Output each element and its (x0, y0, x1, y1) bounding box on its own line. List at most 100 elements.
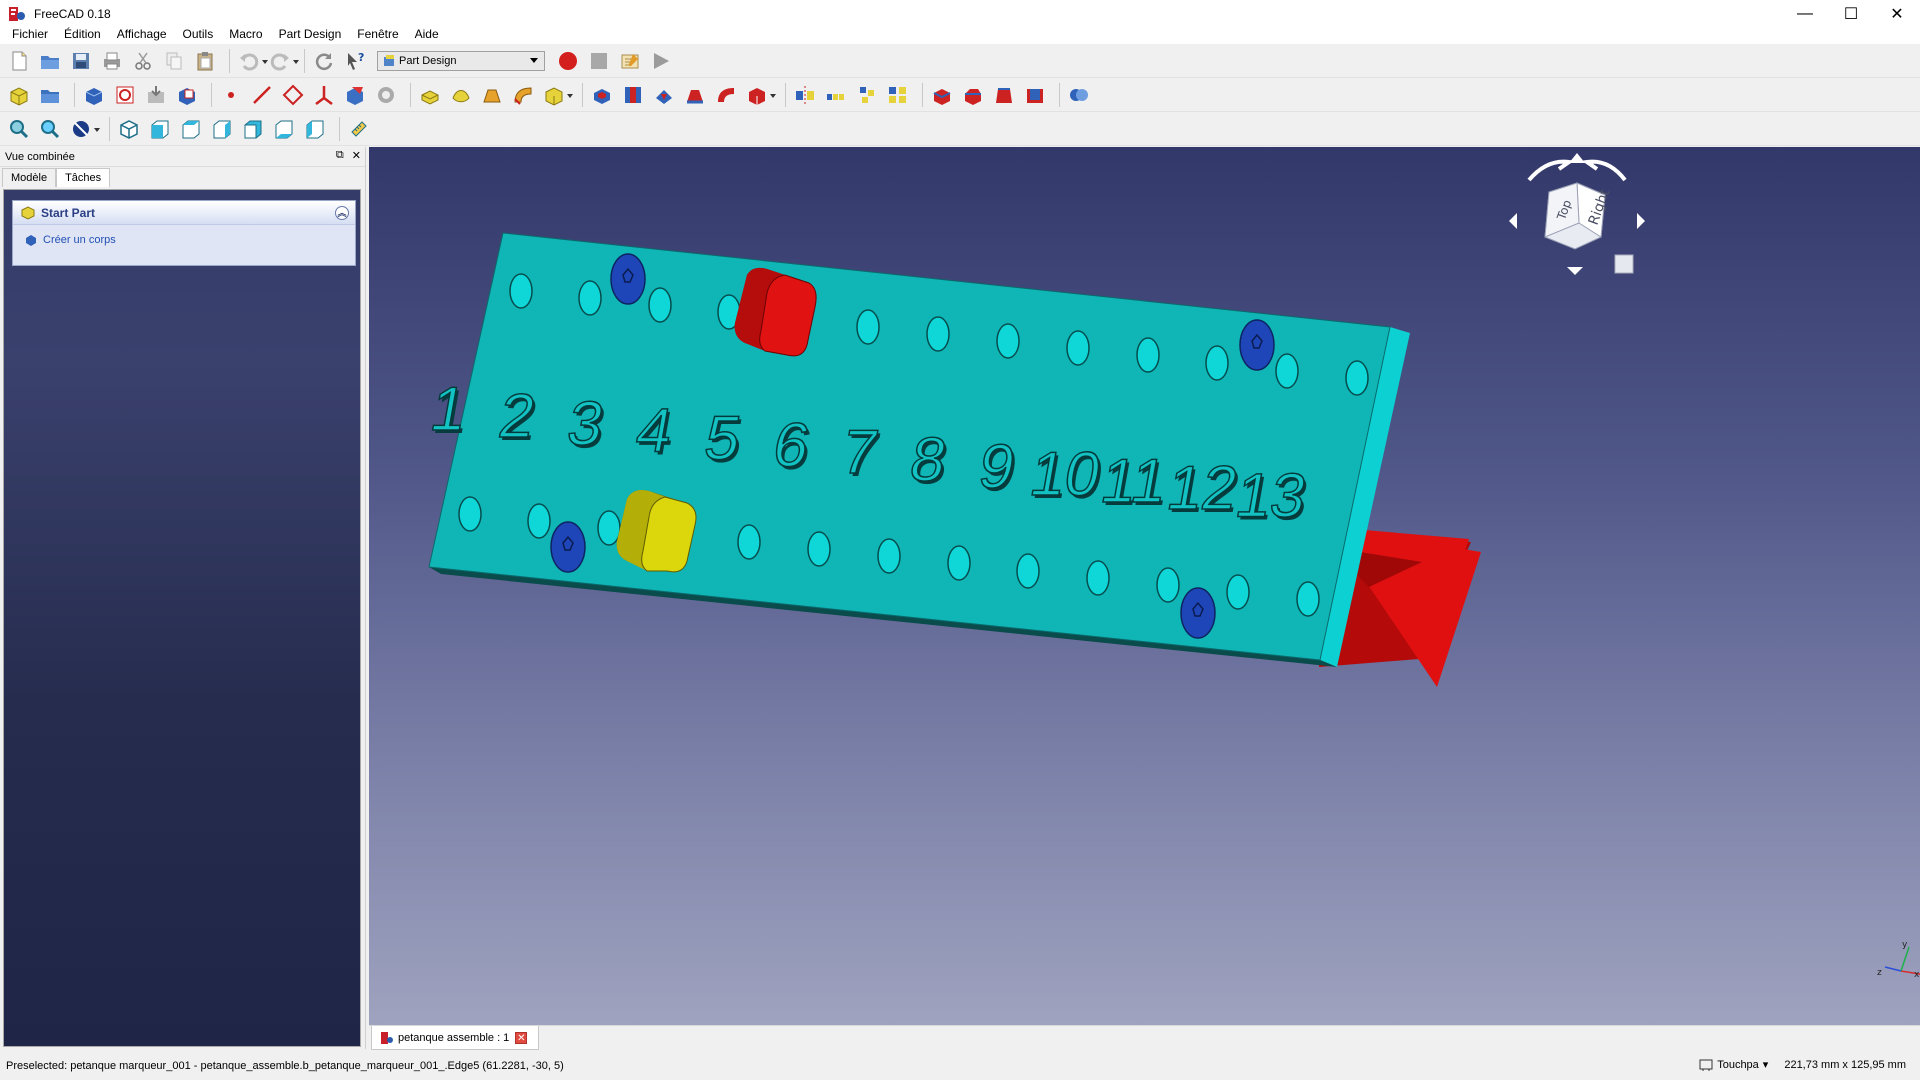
fit-selection-button[interactable] (37, 116, 63, 142)
orbit-down-arrow-icon[interactable] (1567, 267, 1583, 275)
view-right-button[interactable] (209, 116, 235, 142)
pad-button[interactable] (417, 82, 443, 108)
undo-icon (240, 53, 259, 70)
create-body-label: Créer un corps (43, 234, 116, 246)
save-button[interactable] (68, 48, 94, 74)
workbench-selector[interactable]: Part Design (377, 50, 545, 71)
map-sketch-button[interactable] (174, 82, 200, 108)
menu-edition[interactable]: Édition (56, 24, 109, 44)
open-document-button[interactable] (37, 48, 63, 74)
run-macro-button[interactable] (648, 48, 674, 74)
additive-primitive-button[interactable] (541, 82, 573, 108)
run-macro-icon (654, 52, 669, 69)
3d-viewport[interactable]: 1 1 2 2 3 3 4 4 5 5 6 6 7 7 8 8 9 9 10 10 11 11 12 12 13 13 Top R (369, 147, 1920, 1025)
datum-plane-button[interactable] (280, 82, 306, 108)
local-coordinate-system-button[interactable] (311, 82, 337, 108)
3d-scene[interactable]: 11 22 33 44 55 66 77 88 99 1010111112121313 Top R (369, 147, 1920, 1025)
mirrored-button[interactable] (792, 82, 818, 108)
additive-loft-button[interactable] (479, 82, 505, 108)
validate-sketch-button[interactable] (143, 82, 169, 108)
menu-macro[interactable]: Macro (221, 24, 270, 44)
menu-fenetre[interactable]: Fenêtre (349, 24, 406, 44)
datum-line-button[interactable] (249, 82, 275, 108)
measure-ruler-icon (351, 120, 367, 137)
create-sketch-button[interactable] (112, 82, 138, 108)
view-dimensions: 221,73 mm x 125,95 mm (1784, 1058, 1906, 1071)
edit-macro-button[interactable] (617, 48, 643, 74)
datum-point-button[interactable] (218, 82, 244, 108)
navcube-menu-icon[interactable] (1614, 254, 1634, 274)
view-front-button[interactable] (147, 116, 173, 142)
orbit-right-arrow-icon[interactable] (1637, 213, 1645, 229)
document-tab[interactable]: petanque assemble : 1 ✕ (371, 1026, 539, 1050)
red-marker[interactable] (734, 267, 817, 357)
draw-style-button[interactable] (68, 116, 100, 142)
subtractive-pipe-button[interactable] (713, 82, 739, 108)
board-number: 13 (1231, 461, 1312, 530)
fit-all-button[interactable] (6, 116, 32, 142)
create-body-button[interactable] (81, 82, 107, 108)
menu-part-design[interactable]: Part Design (271, 24, 350, 44)
new-document-icon (12, 51, 27, 70)
refresh-button[interactable] (311, 48, 337, 74)
linear-pattern-button[interactable] (823, 82, 849, 108)
paste-button[interactable] (192, 48, 218, 74)
record-macro-button[interactable] (555, 48, 581, 74)
file-toolbar: ? Part Design (0, 44, 1920, 78)
shape-binder-button[interactable] (342, 82, 368, 108)
undo-button[interactable] (236, 48, 268, 74)
additive-box-icon (545, 86, 563, 106)
boolean-button[interactable] (1066, 82, 1092, 108)
fit-all-icon (10, 119, 29, 138)
menu-aide[interactable]: Aide (407, 24, 447, 44)
measure-button[interactable] (346, 116, 372, 142)
view-rear-button[interactable] (240, 116, 266, 142)
yellow-marker[interactable] (616, 490, 697, 573)
revolution-button[interactable] (448, 82, 474, 108)
whats-this-button[interactable]: ? (342, 48, 368, 74)
clone-button[interactable] (373, 82, 399, 108)
print-button[interactable] (99, 48, 125, 74)
fillet-button[interactable] (929, 82, 955, 108)
create-part-button[interactable] (6, 82, 32, 108)
subtractive-primitive-button[interactable] (744, 82, 776, 108)
copy-button[interactable] (161, 48, 187, 74)
pocket-button[interactable] (589, 82, 615, 108)
orbit-up-arrow-icon[interactable] (1569, 153, 1585, 163)
multitransform-button[interactable] (885, 82, 911, 108)
groove-button[interactable] (651, 82, 677, 108)
view-isometric-button[interactable] (116, 116, 142, 142)
chamfer-button[interactable] (960, 82, 986, 108)
view-bottom-button[interactable] (271, 116, 297, 142)
close-panel-icon[interactable]: ✕ (352, 149, 361, 162)
tab-modele[interactable]: Modèle (2, 168, 57, 187)
rear-view-icon (244, 120, 262, 138)
cut-button[interactable] (130, 48, 156, 74)
new-document-button[interactable] (6, 48, 32, 74)
additive-pipe-button[interactable] (510, 82, 536, 108)
float-panel-icon[interactable]: ⧉ (336, 149, 344, 162)
view-top-button[interactable] (178, 116, 204, 142)
close-tab-icon[interactable]: ✕ (515, 1031, 528, 1044)
draft-button[interactable] (991, 82, 1017, 108)
datum-line-icon (253, 85, 271, 104)
view-left-button[interactable] (302, 116, 328, 142)
create-body-link[interactable]: Créer un corps (13, 225, 355, 246)
collapse-icon[interactable]: ︽ (335, 206, 349, 220)
stop-macro-button[interactable] (586, 48, 612, 74)
thickness-button[interactable] (1022, 82, 1048, 108)
menu-affichage[interactable]: Affichage (109, 24, 175, 44)
redo-button[interactable] (267, 48, 299, 74)
subtractive-loft-button[interactable] (682, 82, 708, 108)
menu-outils[interactable]: Outils (175, 24, 222, 44)
hole-button[interactable] (620, 82, 646, 108)
thickness-icon (1027, 88, 1043, 103)
tab-taches[interactable]: Tâches (56, 168, 111, 187)
subtractive-pipe-icon (718, 87, 734, 102)
navigation-cube[interactable]: Top Right (1509, 153, 1645, 275)
navigation-style-selector[interactable]: Touchpa ▾ (1699, 1058, 1768, 1071)
create-group-button[interactable] (37, 82, 63, 108)
orbit-left-arrow-icon[interactable] (1509, 213, 1517, 229)
polar-pattern-button[interactable] (854, 82, 880, 108)
menu-fichier[interactable]: Fichier (4, 24, 56, 44)
